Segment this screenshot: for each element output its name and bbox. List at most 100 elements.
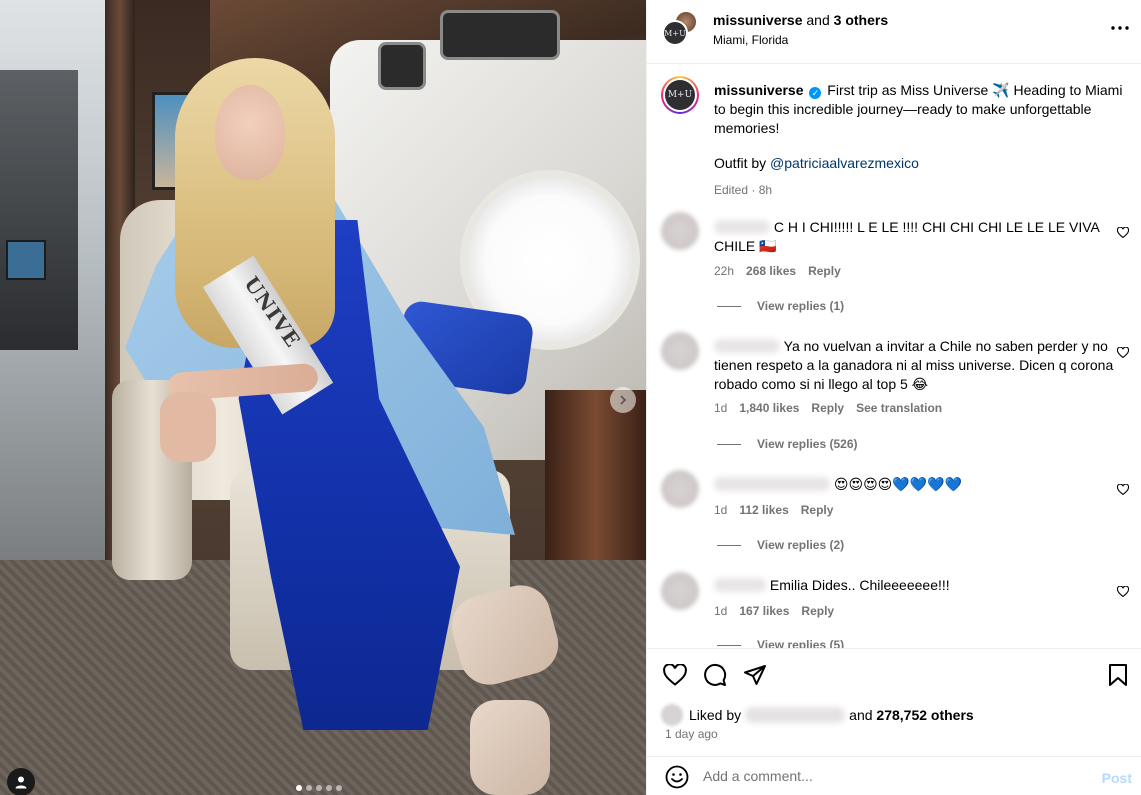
comment-text-block: C H I CHI!!!!! L E LE !!!! CHI CHI CHI L… — [714, 218, 1114, 256]
view-replies-label: View replies (2) — [757, 538, 845, 552]
reply-divider — [717, 443, 741, 445]
comment-meta: 1d 1,840 likes Reply See translation — [714, 401, 942, 415]
caption-avatar[interactable]: M+U — [661, 76, 699, 114]
avatar-ring: M+U — [663, 78, 697, 112]
comment-time: 22h — [714, 264, 735, 278]
cockpit — [0, 70, 78, 350]
blurred-username[interactable] — [714, 220, 770, 234]
post-photo[interactable]: UNIVE — [0, 0, 646, 795]
reply-button[interactable]: Reply — [801, 503, 834, 517]
comment-likes[interactable]: 268 likes — [746, 264, 796, 278]
reply-button[interactable]: Reply — [811, 401, 844, 415]
carousel-indicator — [296, 785, 342, 791]
header-text: missuniverse and 3 others Miami, Florida — [713, 12, 888, 47]
header-username-link[interactable]: missuniverse — [713, 12, 803, 28]
comment-like-button[interactable] — [1116, 482, 1130, 496]
carousel-next-button[interactable] — [610, 387, 636, 413]
heart-icon — [1117, 226, 1129, 238]
caption-username[interactable]: missuniverse — [714, 82, 804, 98]
comment-text: C H I CHI!!!!! L E LE !!!! CHI CHI CHI L… — [714, 219, 1100, 254]
post-header: M+U missuniverse and 3 others Miami, Flo… — [647, 0, 1141, 64]
avatar: M+U — [662, 20, 688, 46]
reply-button[interactable]: Reply — [808, 264, 841, 278]
comment-avatar[interactable] — [661, 332, 699, 370]
location-link[interactable]: Miami, Florida — [713, 33, 888, 47]
face — [215, 85, 285, 180]
comment-input[interactable] — [703, 768, 1053, 784]
reply-button[interactable]: Reply — [801, 604, 834, 618]
blurred-username[interactable] — [714, 477, 830, 491]
post-actions: Liked by and 278,752 others 1 day ago Po… — [647, 648, 1141, 795]
comment-avatar[interactable] — [661, 212, 699, 250]
share-button[interactable] — [743, 663, 767, 687]
liker-avatar[interactable] — [661, 704, 683, 726]
carousel-dot — [336, 785, 342, 791]
carousel-dot — [316, 785, 322, 791]
blurred-username[interactable] — [745, 707, 846, 723]
view-replies-button[interactable]: View replies (2) — [717, 538, 844, 552]
post-comment-button[interactable]: Post — [1102, 770, 1132, 786]
heart-icon — [663, 664, 687, 686]
hand — [160, 392, 216, 462]
comment-text: Emilia Dides.. Chileeeeeee!!! — [769, 577, 950, 593]
verified-badge-icon: ✓ — [809, 87, 822, 99]
blurred-username[interactable] — [714, 339, 780, 353]
post-side-panel: M+U missuniverse and 3 others Miami, Flo… — [646, 0, 1141, 795]
avatar-logo: M+U — [665, 80, 695, 110]
comment-like-button[interactable] — [1116, 225, 1130, 239]
post-timestamp[interactable]: 1 day ago — [665, 727, 718, 741]
comment-meta: 1d 112 likes Reply — [714, 503, 833, 517]
air-vent-panel — [440, 10, 560, 60]
action-icons — [663, 663, 767, 687]
heart-icon — [1117, 585, 1129, 597]
blurred-username[interactable] — [714, 578, 766, 592]
sandal — [470, 700, 550, 795]
comment-avatar[interactable] — [661, 470, 699, 508]
caption-outfit-prefix: Outfit by — [714, 155, 771, 171]
comment-text-block: 😍😍😍😍💙💙💙💙 — [714, 475, 1114, 494]
caption-outfit: Outfit by @patriciaalvarezmexico — [714, 154, 1124, 173]
more-options-button[interactable] — [1110, 18, 1130, 38]
see-translation-button[interactable]: See translation — [856, 401, 942, 415]
comment-likes[interactable]: 112 likes — [739, 503, 788, 517]
save-button[interactable] — [1106, 663, 1130, 687]
tagged-users-button[interactable] — [7, 768, 35, 795]
caption-text-block: missuniverse ✓ First trip as Miss Univer… — [714, 81, 1124, 138]
header-and: and — [802, 12, 834, 28]
comment-avatar[interactable] — [661, 572, 699, 610]
emoji-button[interactable] — [665, 765, 689, 789]
collab-avatars[interactable]: M+U — [662, 10, 698, 46]
likes-count-link[interactable]: 278,752 others — [876, 707, 973, 723]
view-replies-label: View replies (526) — [757, 437, 858, 451]
likes-summary: Liked by and 278,752 others — [661, 704, 974, 726]
bookmark-icon — [1109, 664, 1127, 686]
comment-text-block: Ya no vuelvan a invitar a Chile no saben… — [714, 337, 1114, 394]
paper-plane-icon — [744, 665, 766, 685]
comment-likes[interactable]: 167 likes — [739, 604, 789, 618]
view-replies-button[interactable]: View replies (526) — [717, 437, 858, 451]
view-replies-label: View replies (1) — [757, 299, 845, 313]
comment-meta: 1d 167 likes Reply — [714, 604, 834, 618]
view-replies-button[interactable]: View replies (1) — [717, 299, 844, 313]
emoji-icon — [665, 765, 689, 789]
like-button[interactable] — [663, 663, 687, 687]
caption-body: missuniverse ✓ First trip as Miss Univer… — [714, 81, 1124, 200]
comment-time: 1d — [714, 604, 728, 618]
cockpit-screen — [6, 240, 46, 280]
air-vent — [378, 42, 426, 90]
comment-time: 1d — [714, 401, 728, 415]
reply-divider — [717, 644, 741, 646]
comment-text-block: Emilia Dides.. Chileeeeeee!!! — [714, 576, 1114, 595]
comment-likes[interactable]: 1,840 likes — [739, 401, 799, 415]
comment-meta: 22h 268 likes Reply — [714, 264, 841, 278]
user-icon — [15, 776, 27, 789]
carousel-dot — [306, 785, 312, 791]
heart-icon — [1117, 346, 1129, 358]
header-others-link[interactable]: 3 others — [834, 12, 888, 28]
comment-like-button[interactable] — [1116, 345, 1130, 359]
comment-like-button[interactable] — [1116, 584, 1130, 598]
carousel-dot — [296, 785, 302, 791]
comment-button[interactable] — [703, 663, 727, 687]
mention-link[interactable]: @patriciaalvarezmexico — [770, 155, 919, 171]
reply-divider — [717, 305, 741, 307]
